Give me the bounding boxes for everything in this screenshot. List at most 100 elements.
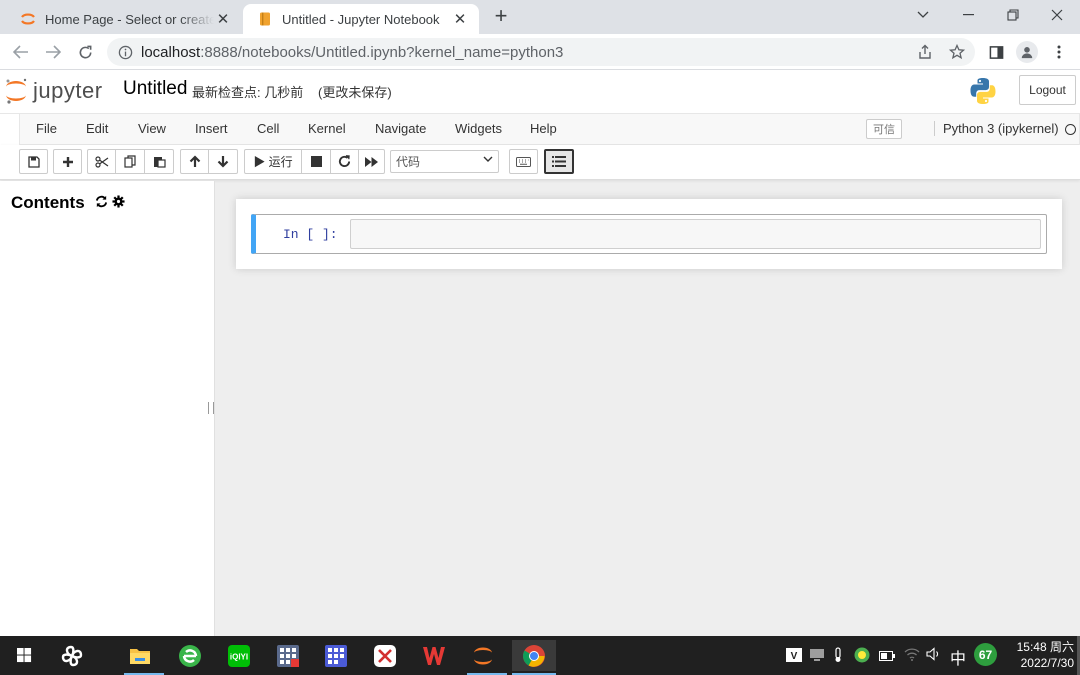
omnibox[interactable]: localhost:8888/notebooks/Untitled.ipynb?… (107, 38, 975, 66)
tray-security-icon[interactable] (854, 647, 870, 666)
copy-button[interactable] (116, 149, 145, 174)
toc-sidebar: Contents (0, 181, 215, 636)
logout-button[interactable]: Logout (1019, 75, 1076, 105)
jupyter-taskbar-icon[interactable] (467, 640, 507, 675)
info-icon[interactable] (117, 44, 133, 60)
move-down-button[interactable] (209, 149, 238, 174)
new-tab-icon[interactable]: + (490, 5, 512, 28)
run-label: ▶ 运行 (253, 155, 293, 169)
stop-button[interactable] (302, 149, 331, 174)
checkpoint-status: 最新检查点: 几秒前 (192, 85, 304, 100)
cut-button[interactable] (87, 149, 116, 174)
kebab-menu-icon[interactable] (1048, 41, 1070, 63)
iqiyi-icon[interactable]: iQIYI (223, 640, 255, 671)
menu-file[interactable]: File (36, 121, 57, 136)
menu-edit[interactable]: Edit (86, 121, 108, 136)
chrome-icon[interactable] (512, 640, 556, 675)
menu-navigate[interactable]: Navigate (375, 121, 426, 136)
kernel-name[interactable]: Python 3 (ipykernel) (934, 121, 1059, 136)
tab-untitled-notebook[interactable]: Untitled - Jupyter Notebook ✕ (243, 4, 479, 34)
svg-text:iQIYI: iQIYI (230, 652, 248, 661)
ime-indicator[interactable]: 中 (950, 645, 966, 669)
forward-icon[interactable] (41, 40, 65, 64)
toc-controls (95, 195, 125, 208)
menu-help[interactable]: Help (530, 121, 557, 136)
command-palette-button[interactable] (509, 149, 538, 174)
notebook-favicon-icon (257, 11, 273, 27)
notebook-name[interactable]: Untitled (123, 78, 187, 100)
notebook-container: In [ ]: (236, 199, 1062, 269)
jupyter-favicon-icon (20, 11, 36, 27)
close-window-icon[interactable] (1034, 0, 1080, 30)
stop-icon (310, 156, 322, 167)
tray-monitor-icon[interactable] (809, 648, 825, 665)
tray-thermometer-icon[interactable] (833, 647, 843, 666)
menu-insert[interactable]: Insert (195, 121, 228, 136)
cell-type-select[interactable]: 代码 (390, 150, 499, 173)
star-icon[interactable] (946, 41, 968, 63)
profile-icon[interactable] (1016, 41, 1038, 63)
reload-icon[interactable] (73, 40, 97, 64)
refresh-icon[interactable] (95, 195, 108, 208)
toc-toggle-button[interactable] (544, 149, 574, 174)
sidebar-resize-handle[interactable] (208, 402, 214, 414)
back-icon[interactable] (9, 40, 33, 64)
notebook-toolbar: ▶ 运行 代码 (0, 145, 1080, 180)
svg-text:V: V (791, 651, 798, 662)
volume-icon[interactable] (926, 647, 942, 664)
system-clock[interactable]: 15:48 周六 2022/7/30 (1008, 639, 1074, 671)
file-explorer-icon[interactable] (124, 640, 164, 675)
restart-icon (338, 155, 351, 167)
code-cell[interactable]: In [ ]: (251, 214, 1047, 254)
clock-date: 2022/7/30 (1020, 656, 1074, 670)
chevron-down-icon (483, 155, 493, 166)
pinwheel-app-icon[interactable] (56, 640, 88, 671)
paste-button[interactable] (145, 149, 174, 174)
windows-start-icon[interactable] (8, 640, 40, 671)
menu-widgets[interactable]: Widgets (455, 121, 502, 136)
run-button[interactable]: ▶ 运行 (244, 149, 302, 174)
address-bar: localhost:8888/notebooks/Untitled.ipynb?… (0, 34, 1080, 70)
move-up-icon (189, 155, 200, 167)
restart-button[interactable] (331, 149, 359, 174)
menu-kernel[interactable]: Kernel (308, 121, 346, 136)
add-cell-icon (62, 156, 73, 167)
calendar-app-icon[interactable] (272, 640, 304, 671)
gear-icon[interactable] (112, 195, 125, 208)
jupyter-logo-icon (6, 78, 27, 104)
wps-office-icon[interactable] (418, 640, 450, 671)
run-all-button[interactable] (359, 149, 385, 174)
move-down-icon (217, 156, 229, 168)
wifi-icon[interactable] (904, 647, 920, 664)
close-tab-icon[interactable]: ✕ (214, 10, 232, 28)
browser-tab-strip: Home Page - Select or create a notebook … (0, 0, 1080, 34)
minimize-icon[interactable] (945, 0, 991, 30)
save-icon (27, 155, 40, 168)
add-cell-button[interactable] (53, 149, 82, 174)
browser-360-icon[interactable] (174, 640, 206, 671)
sidepanel-icon[interactable] (985, 41, 1007, 63)
restore-icon[interactable] (990, 0, 1036, 30)
menu-cell[interactable]: Cell (257, 121, 279, 136)
windows-taskbar: iQIYI V 中 67 15:48 周六 2022/7/30 (0, 636, 1080, 675)
tab-title: Untitled - Jupyter Notebook (282, 11, 440, 27)
python-logo-icon (970, 78, 996, 104)
jupyter-logo[interactable]: jupyter (4, 76, 103, 106)
save-button[interactable] (19, 149, 48, 174)
trusted-indicator[interactable]: 可信 (866, 119, 902, 139)
notification-badge[interactable]: 67 (974, 643, 997, 666)
menu-view[interactable]: View (138, 121, 166, 136)
jupyter-header: jupyter Untitled 最新检查点: 几秒前 (更改未保存) Logo… (0, 70, 1080, 113)
share-icon[interactable] (914, 41, 936, 63)
tab-search-icon[interactable] (900, 0, 946, 30)
calendar-17-icon[interactable] (320, 640, 352, 671)
tab-home-page[interactable]: Home Page - Select or create a notebook … (6, 4, 242, 34)
jupyter-wordmark: jupyter (33, 78, 103, 103)
tab-title: Home Page - Select or create a notebook (45, 11, 214, 27)
kingsoft-icon[interactable] (369, 640, 401, 671)
code-input[interactable] (350, 219, 1041, 249)
close-tab-icon[interactable]: ✕ (451, 10, 469, 28)
move-up-button[interactable] (180, 149, 209, 174)
clock-time: 15:48 周六 (1016, 640, 1074, 654)
tray-vpn-icon[interactable]: V (786, 648, 802, 665)
